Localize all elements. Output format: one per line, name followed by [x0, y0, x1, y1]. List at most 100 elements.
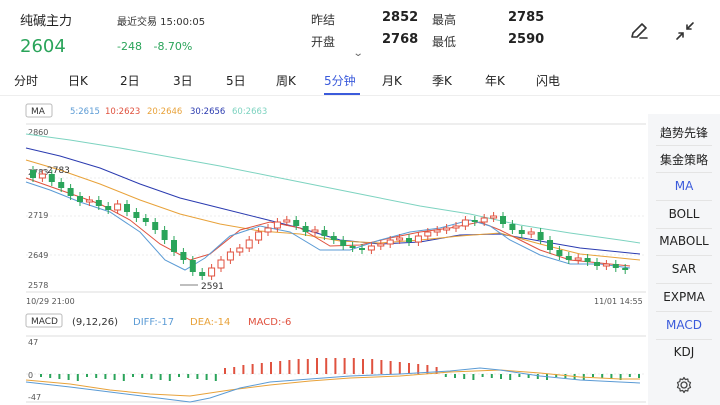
price-tick-4: 2649 [28, 251, 48, 260]
quote-header: 纯碱主力 2604 最近交易 15:00:05 -248 -8.70% 昨结 2… [0, 0, 720, 64]
macd-tick-bottom: -47 [28, 393, 41, 402]
panel-divider [656, 200, 712, 201]
macd-bar [196, 374, 199, 379]
candle [461, 219, 469, 227]
macd-bar [141, 374, 144, 378]
open-value: 2768 [382, 32, 419, 47]
ma5-legend: 5:2615 [70, 107, 100, 117]
macd-bar [76, 374, 79, 381]
tab-daily[interactable]: 日K [68, 72, 88, 89]
macd-bar [389, 361, 392, 374]
max-annotation: 2783 [47, 166, 70, 176]
candle [171, 240, 177, 252]
expand-chevron-icon[interactable]: ⌄ [353, 48, 364, 59]
candle [142, 218, 149, 222]
macd-bar [536, 374, 539, 379]
candle [574, 257, 582, 261]
candle [114, 203, 122, 211]
tab-3day[interactable]: 3日 [173, 72, 193, 89]
tab-yearly[interactable]: 年K [485, 72, 505, 89]
panel-divider [656, 145, 712, 146]
indicator-kdj[interactable]: KDJ [648, 345, 720, 359]
candle [602, 263, 610, 267]
indicator-ma[interactable]: MA [648, 179, 720, 193]
macd-bar [113, 374, 116, 380]
macd-bar [592, 374, 594, 377]
indicator-boll[interactable]: BOLL [648, 207, 720, 221]
macd-bar [288, 360, 291, 374]
candle [612, 264, 619, 268]
candle [359, 248, 365, 250]
last-price: 2604 [20, 36, 66, 57]
prev-close-label: 昨结 [311, 13, 336, 27]
candle [30, 170, 36, 178]
macd-diff: DIFF:-17 [133, 317, 174, 328]
candle [396, 237, 404, 241]
tab-intraday[interactable]: 分时 [14, 72, 38, 89]
tab-5day[interactable]: 5日 [226, 72, 246, 89]
collapse-arrows-icon[interactable] [674, 20, 696, 42]
macd-bar [444, 374, 447, 377]
indicator-jijin-strategy[interactable]: 集金策略 [648, 151, 720, 168]
candle [471, 220, 478, 222]
candle [264, 227, 272, 233]
indicator-sar[interactable]: SAR [648, 262, 720, 276]
tab-flash[interactable]: 闪电 [536, 72, 560, 89]
indicator-macd[interactable]: MACD [648, 318, 720, 332]
macd-bar [306, 359, 309, 374]
macd-bar [638, 374, 640, 378]
open-label: 开盘 [311, 35, 336, 49]
kline-chart[interactable]: MA 5:2615 10:2623 20:2646 30:2656 60:266… [0, 100, 648, 405]
macd-legend-label: MACD [31, 317, 58, 327]
candle [199, 272, 206, 276]
candle [124, 204, 130, 212]
candle [386, 239, 394, 245]
candlestick-series [30, 166, 629, 280]
tab-2day[interactable]: 2日 [120, 72, 140, 89]
candle [330, 236, 337, 240]
change-percent: -8.70% [153, 40, 193, 53]
candle [622, 268, 629, 270]
kline-chart-area[interactable]: MA 5:2615 10:2623 20:2646 30:2656 60:266… [0, 100, 648, 405]
indicator-expma[interactable]: EXPMA [648, 290, 720, 304]
macd-bar [224, 368, 226, 374]
macd-value: MACD:-6 [248, 317, 291, 328]
candle [414, 235, 422, 243]
price-tick-5: 2578 [28, 281, 48, 290]
indicator-panel: 趋势先锋 集金策略 MA BOLL MABOLL SAR EXPMA MACD … [648, 114, 720, 405]
time-axis-end: 11/01 14:55 [594, 297, 643, 306]
candle [480, 217, 488, 223]
macd-bar [178, 374, 180, 377]
indicator-trend-pioneer[interactable]: 趋势先锋 [648, 124, 720, 141]
candle [509, 224, 516, 230]
panel-divider [656, 228, 712, 229]
candle [58, 182, 65, 188]
gear-icon[interactable] [648, 376, 720, 397]
candle [500, 216, 506, 224]
min-annotation: 2591 [201, 282, 224, 292]
candle [311, 229, 319, 233]
tab-quarterly[interactable]: 季K [432, 72, 452, 89]
macd-bar [150, 374, 153, 379]
tab-5min[interactable]: 5分钟 [324, 72, 356, 89]
tab-monthly[interactable]: 月K [382, 72, 402, 89]
candle [293, 220, 300, 226]
macd-bar [233, 367, 236, 374]
candle [490, 215, 498, 219]
candle [273, 221, 281, 229]
pen-icon[interactable] [628, 20, 650, 42]
macd-bar [334, 358, 337, 374]
candle [67, 188, 74, 196]
candle [377, 243, 385, 247]
candle [133, 212, 140, 218]
indicator-maboll[interactable]: MABOLL [648, 234, 720, 248]
tab-weekly[interactable]: 周K [276, 72, 296, 89]
macd-bar [343, 358, 346, 374]
prev-close-value: 2852 [382, 10, 419, 25]
low-label: 最低 [432, 35, 457, 49]
candle [556, 250, 563, 256]
macd-bar [205, 374, 208, 380]
panel-divider [656, 283, 712, 284]
low-value: 2590 [508, 32, 545, 47]
panel-divider [656, 172, 712, 173]
